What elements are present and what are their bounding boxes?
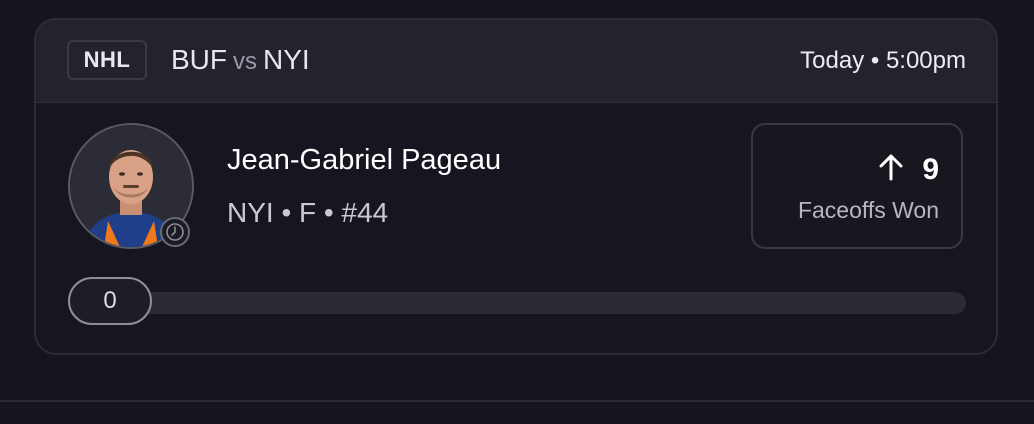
card-header: NHL BUF vs NYI Today • 5:00pm — [36, 20, 996, 103]
game-time: Today • 5:00pm — [800, 47, 966, 74]
progress-value-pill: 0 — [68, 277, 152, 325]
player-name[interactable]: Jean-Gabriel Pageau — [227, 142, 501, 178]
prop-card[interactable]: NHL BUF vs NYI Today • 5:00pm Jean-Gabri… — [34, 18, 998, 355]
league-badge: NHL — [67, 40, 147, 80]
stat-value-row: 9 — [878, 153, 939, 186]
page: NHL BUF vs NYI Today • 5:00pm Jean-Gabri… — [0, 0, 1034, 424]
player-meta: NYI • F • #44 — [227, 197, 389, 228]
away-team: NYI — [263, 44, 310, 75]
stat-box[interactable]: 9 Faceoffs Won — [751, 123, 963, 249]
clock-icon — [160, 217, 190, 247]
stat-label: Faceoffs Won — [797, 197, 939, 223]
stat-value: 9 — [922, 152, 939, 186]
home-team: BUF — [171, 44, 227, 75]
matchup-title: BUF vs NYI — [171, 42, 310, 80]
player-avatar-wrap[interactable] — [68, 123, 194, 249]
vs-label: vs — [233, 48, 257, 75]
bottom-divider — [0, 400, 1034, 402]
arrow-up-icon — [878, 153, 904, 186]
progress-track — [70, 292, 966, 314]
